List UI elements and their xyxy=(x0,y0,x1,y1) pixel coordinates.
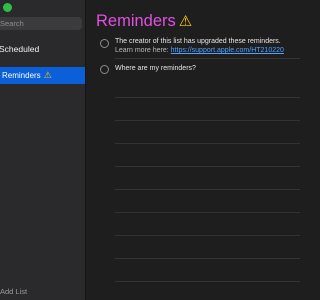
reminder-title: Where are my reminders? xyxy=(115,65,196,72)
row-divider xyxy=(115,58,300,59)
row-divider xyxy=(115,143,300,144)
reminder-item[interactable]: Where are my reminders? xyxy=(87,64,300,78)
sidebar-list-reminders[interactable]: Reminders ⚠ xyxy=(0,67,85,84)
reminder-note: Learn more here: https://support.apple.c… xyxy=(115,47,284,54)
warning-icon: ⚠ xyxy=(43,70,52,80)
window-zoom-button[interactable] xyxy=(3,3,12,12)
row-divider xyxy=(115,120,300,121)
list-title: Reminders ⚠ xyxy=(96,12,192,31)
reminder-title: The creator of this list has upgraded th… xyxy=(115,38,281,45)
row-divider xyxy=(115,189,300,190)
row-divider xyxy=(115,258,300,259)
sidebar-list-label: Reminders xyxy=(2,71,41,80)
row-divider xyxy=(115,166,300,167)
row-divider xyxy=(115,212,300,213)
search-input[interactable]: Search xyxy=(0,17,82,30)
row-divider xyxy=(115,235,300,236)
reminders-window: Search Scheduled Reminders ⚠ Add List Rem… xyxy=(0,0,300,300)
support-link[interactable]: https://support.apple.com/HT210220 xyxy=(171,47,284,54)
row-divider xyxy=(115,97,300,98)
reminder-checkbox[interactable] xyxy=(100,65,109,74)
list-title-text: Reminders xyxy=(96,12,176,30)
reminder-checkbox[interactable] xyxy=(100,39,109,48)
row-divider xyxy=(115,281,300,282)
sidebar-item-scheduled[interactable]: Scheduled xyxy=(0,44,39,54)
warning-icon: ⚠ xyxy=(178,13,193,30)
reminder-note-prefix: Learn more here: xyxy=(115,47,169,54)
sidebar: Search Scheduled Reminders ⚠ Add List xyxy=(0,0,86,300)
add-list-button[interactable]: Add List xyxy=(0,287,27,296)
main-pane: Reminders ⚠ The creator of this list has … xyxy=(87,0,300,300)
